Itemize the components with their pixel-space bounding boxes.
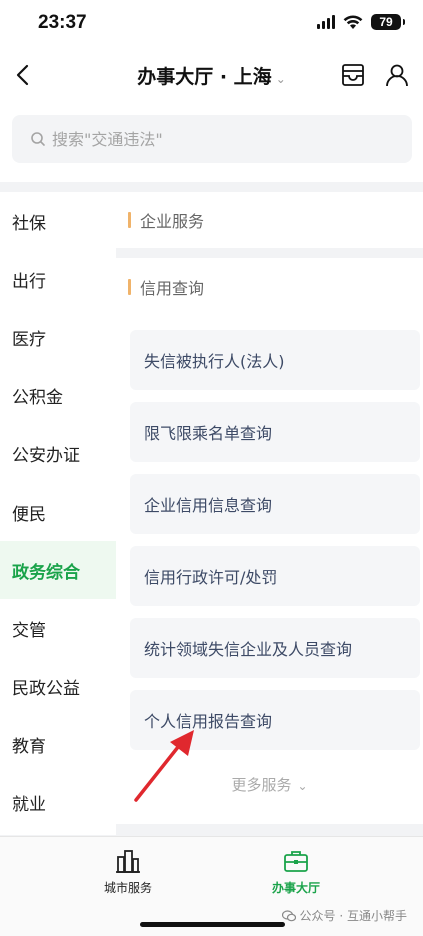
search-input[interactable] <box>52 129 352 149</box>
status-bar: 23:37 79 <box>0 0 423 50</box>
tab-label: 城市服务 <box>103 881 152 895</box>
section-header-credit: 信用查询 <box>116 258 423 316</box>
briefcase-icon <box>284 851 308 872</box>
sidebar-item-label: 就业 <box>12 795 46 816</box>
page-title-text: 办事大厅 · 上海 <box>137 66 272 88</box>
service-flight-ban-list[interactable]: 限飞限乘名单查询 <box>130 402 420 462</box>
category-sidebar: 社保 出行 医疗 公积金 公安办证 便民 政务综合 交管 民政公益 教育 就业 <box>0 192 116 835</box>
chevron-down-icon: ⌄ <box>275 72 286 86</box>
sidebar-item-government-affairs[interactable]: 政务综合 <box>0 541 116 600</box>
chevron-down-icon: ⌄ <box>297 779 308 793</box>
service-label: 限飞限乘名单查询 <box>144 424 273 443</box>
section-marker <box>128 279 131 295</box>
bottom-tab-bar: 城市服务 办事大厅 公众号 · 互通小帮手 <box>0 836 423 936</box>
service-enterprise-credit[interactable]: 企业信用信息查询 <box>130 474 420 534</box>
status-time: 23:37 <box>38 12 87 33</box>
sidebar-item-label: 教育 <box>12 737 46 758</box>
search-icon <box>31 132 45 146</box>
sidebar-item-civil-affairs[interactable]: 民政公益 <box>0 658 116 716</box>
city-buildings-icon <box>116 850 140 873</box>
sidebar-item-police-documents[interactable]: 公安办证 <box>0 425 116 483</box>
sidebar-item-label: 交管 <box>12 620 46 641</box>
search-box[interactable] <box>12 115 412 163</box>
service-statistics-dishonest[interactable]: 统计领域失信企业及人员查询 <box>130 618 420 678</box>
sidebar-item-label: 便民 <box>12 504 46 525</box>
search-area <box>0 100 423 182</box>
sidebar-item-label: 出行 <box>12 271 46 292</box>
tab-label: 办事大厅 <box>271 881 320 895</box>
service-credit-licensing[interactable]: 信用行政许可/处罚 <box>130 546 420 606</box>
nav-bar: 办事大厅 · 上海 ⌄ <box>0 50 423 100</box>
sidebar-item-housing-fund[interactable]: 公积金 <box>0 367 116 425</box>
profile-icon[interactable] <box>383 61 411 89</box>
service-label: 信用行政许可/处罚 <box>144 568 278 587</box>
sidebar-item-label: 医疗 <box>12 329 46 350</box>
section-header-enterprise: 企业服务 <box>116 192 423 248</box>
sidebar-item-label: 社保 <box>12 213 46 234</box>
sidebar-item-label: 公安办证 <box>12 446 80 467</box>
home-indicator <box>140 922 285 927</box>
service-label: 统计领域失信企业及人员查询 <box>144 640 353 659</box>
inbox-icon[interactable] <box>339 61 367 89</box>
section-title: 信用查询 <box>140 279 205 298</box>
sidebar-item-medical[interactable]: 医疗 <box>0 308 116 366</box>
watermark: 公众号 · 互通小帮手 <box>281 907 407 924</box>
sidebar-item-label: 政务综合 <box>12 562 80 583</box>
more-services-label: 更多服务 <box>231 776 292 794</box>
annotation-arrow-icon <box>134 730 194 802</box>
sidebar-item-traffic[interactable]: 交管 <box>0 599 116 657</box>
wifi-icon <box>343 14 363 30</box>
sidebar-item-travel[interactable]: 出行 <box>0 250 116 308</box>
section-marker <box>128 212 131 228</box>
service-dishonest-executee[interactable]: 失信被执行人(法人) <box>130 330 420 390</box>
tab-city-services[interactable]: 城市服务 <box>68 847 188 896</box>
battery-icon: 79 <box>371 14 405 30</box>
service-label: 失信被执行人(法人) <box>144 352 285 371</box>
tab-service-hall[interactable]: 办事大厅 <box>236 847 356 896</box>
sidebar-item-education[interactable]: 教育 <box>0 716 116 774</box>
wechat-icon <box>281 909 296 921</box>
sidebar-item-label: 公积金 <box>12 388 63 409</box>
status-icons: 79 <box>317 14 405 30</box>
sidebar-item-label: 民政公益 <box>12 679 80 700</box>
watermark-text: 公众号 · 互通小帮手 <box>299 909 407 923</box>
sidebar-item-convenience[interactable]: 便民 <box>0 483 116 541</box>
service-label: 企业信用信息查询 <box>144 496 273 515</box>
section-title: 企业服务 <box>140 212 205 231</box>
sidebar-item-social-security[interactable]: 社保 <box>0 192 116 250</box>
sidebar-item-employment[interactable]: 就业 <box>0 774 116 832</box>
signal-icon <box>317 15 335 29</box>
